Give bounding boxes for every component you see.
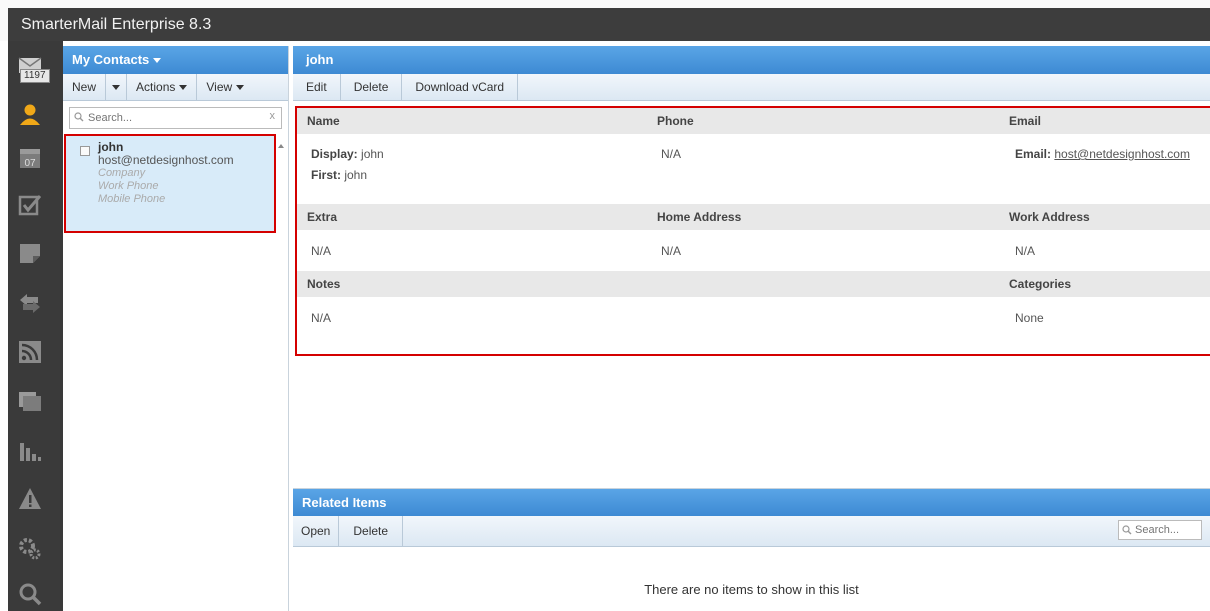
alerts-icon[interactable]: [18, 487, 42, 511]
open-button[interactable]: Open: [293, 516, 340, 546]
contacts-search: x: [69, 107, 282, 129]
contacts-panel-title: My Contacts: [72, 52, 150, 67]
categories-value: None: [1015, 311, 1044, 325]
notes-icon[interactable]: [18, 241, 42, 265]
contact-work-phone: Work Phone: [98, 180, 159, 192]
sync-icon[interactable]: [18, 291, 42, 315]
chevron-down-icon: [236, 85, 245, 91]
new-dropdown-button[interactable]: [106, 74, 128, 100]
related-items-header: Related Items: [293, 489, 1210, 516]
svg-text:07: 07: [24, 158, 36, 169]
scroll-up-icon[interactable]: [278, 144, 284, 148]
contacts-panel: My Contacts New Actions View x john host…: [63, 46, 289, 611]
view-button[interactable]: View: [197, 74, 253, 100]
contact-email: host@netdesignhost.com: [98, 153, 234, 167]
detail-header: john: [293, 46, 1210, 74]
extra-header: Extra: [297, 204, 647, 230]
nav-rail: 1197 07: [8, 41, 63, 611]
notes-header: Notes: [297, 271, 999, 297]
search-icon: [1122, 525, 1132, 535]
reports-icon[interactable]: [18, 439, 42, 463]
contact-mobile-phone: Mobile Phone: [98, 193, 166, 205]
contacts-toolbar: New Actions View: [63, 74, 288, 101]
contact-details-grid: Name Phone Email Display: john First: jo…: [295, 106, 1210, 356]
rss-icon[interactable]: [18, 340, 42, 364]
phone-value: N/A: [661, 147, 682, 161]
empty-list-message: There are no items to show in this list: [644, 582, 859, 597]
first-label: First:: [311, 168, 341, 182]
chevron-down-icon: [179, 85, 188, 91]
home-address-header: Home Address: [647, 204, 999, 230]
display-name-field: Display: john: [297, 144, 384, 165]
chevron-down-icon: [153, 58, 162, 64]
work-address-header: Work Address: [999, 204, 1210, 230]
contacts-icon[interactable]: [18, 102, 42, 126]
email-header: Email: [999, 108, 1210, 134]
actions-label: Actions: [136, 80, 176, 94]
contact-company: Company: [98, 167, 146, 179]
related-items-panel: Related Items Open Delete There are no i…: [293, 488, 1210, 611]
work-address-value: N/A: [1015, 244, 1036, 258]
first-name-field: First: john: [297, 165, 367, 186]
contact-checkbox[interactable]: [80, 146, 90, 156]
edit-button[interactable]: Edit: [293, 74, 341, 100]
notes-value: N/A: [311, 311, 332, 325]
contacts-search-input[interactable]: [70, 108, 281, 128]
email-label: Email:: [1015, 147, 1052, 161]
delete-button[interactable]: Delete: [341, 74, 403, 100]
delete-related-button[interactable]: Delete: [339, 516, 404, 546]
display-label: Display:: [311, 147, 358, 161]
new-button[interactable]: New: [63, 74, 107, 100]
unread-count-badge: 1197: [20, 69, 50, 83]
settings-icon[interactable]: [18, 536, 42, 560]
view-label: View: [206, 80, 233, 94]
display-value: john: [361, 147, 384, 161]
files-icon[interactable]: [18, 389, 42, 413]
download-vcard-button[interactable]: Download vCard: [402, 74, 519, 100]
app-title: SmarterMail Enterprise 8.3: [21, 16, 212, 33]
related-search: [1118, 520, 1202, 540]
home-address-value: N/A: [661, 244, 682, 258]
related-toolbar: Open Delete: [293, 516, 1210, 547]
phone-header: Phone: [647, 108, 999, 134]
categories-header: Categories: [999, 271, 1210, 297]
extra-value: N/A: [311, 244, 332, 258]
email-link[interactable]: host@netdesignhost.com: [1054, 147, 1190, 161]
name-header: Name: [297, 108, 647, 134]
actions-button[interactable]: Actions: [127, 74, 198, 100]
chevron-down-icon: [112, 85, 121, 91]
contact-detail-panel: john Edit Delete Download vCard Name Pho…: [293, 46, 1210, 482]
contacts-panel-header[interactable]: My Contacts: [63, 46, 288, 74]
detail-toolbar: Edit Delete Download vCard: [293, 74, 1210, 101]
tasks-icon[interactable]: [18, 193, 42, 217]
clear-search-icon[interactable]: x: [270, 110, 276, 122]
search-icon[interactable]: [18, 582, 42, 606]
first-value: john: [344, 168, 368, 182]
search-icon: [74, 112, 84, 122]
top-bar: SmarterMail Enterprise 8.3: [0, 0, 1210, 41]
calendar-icon[interactable]: 07: [18, 146, 42, 170]
email-field: Email: host@netdesignhost.com: [1001, 144, 1190, 165]
list-item[interactable]: john host@netdesignhost.com Company Work…: [64, 134, 276, 233]
